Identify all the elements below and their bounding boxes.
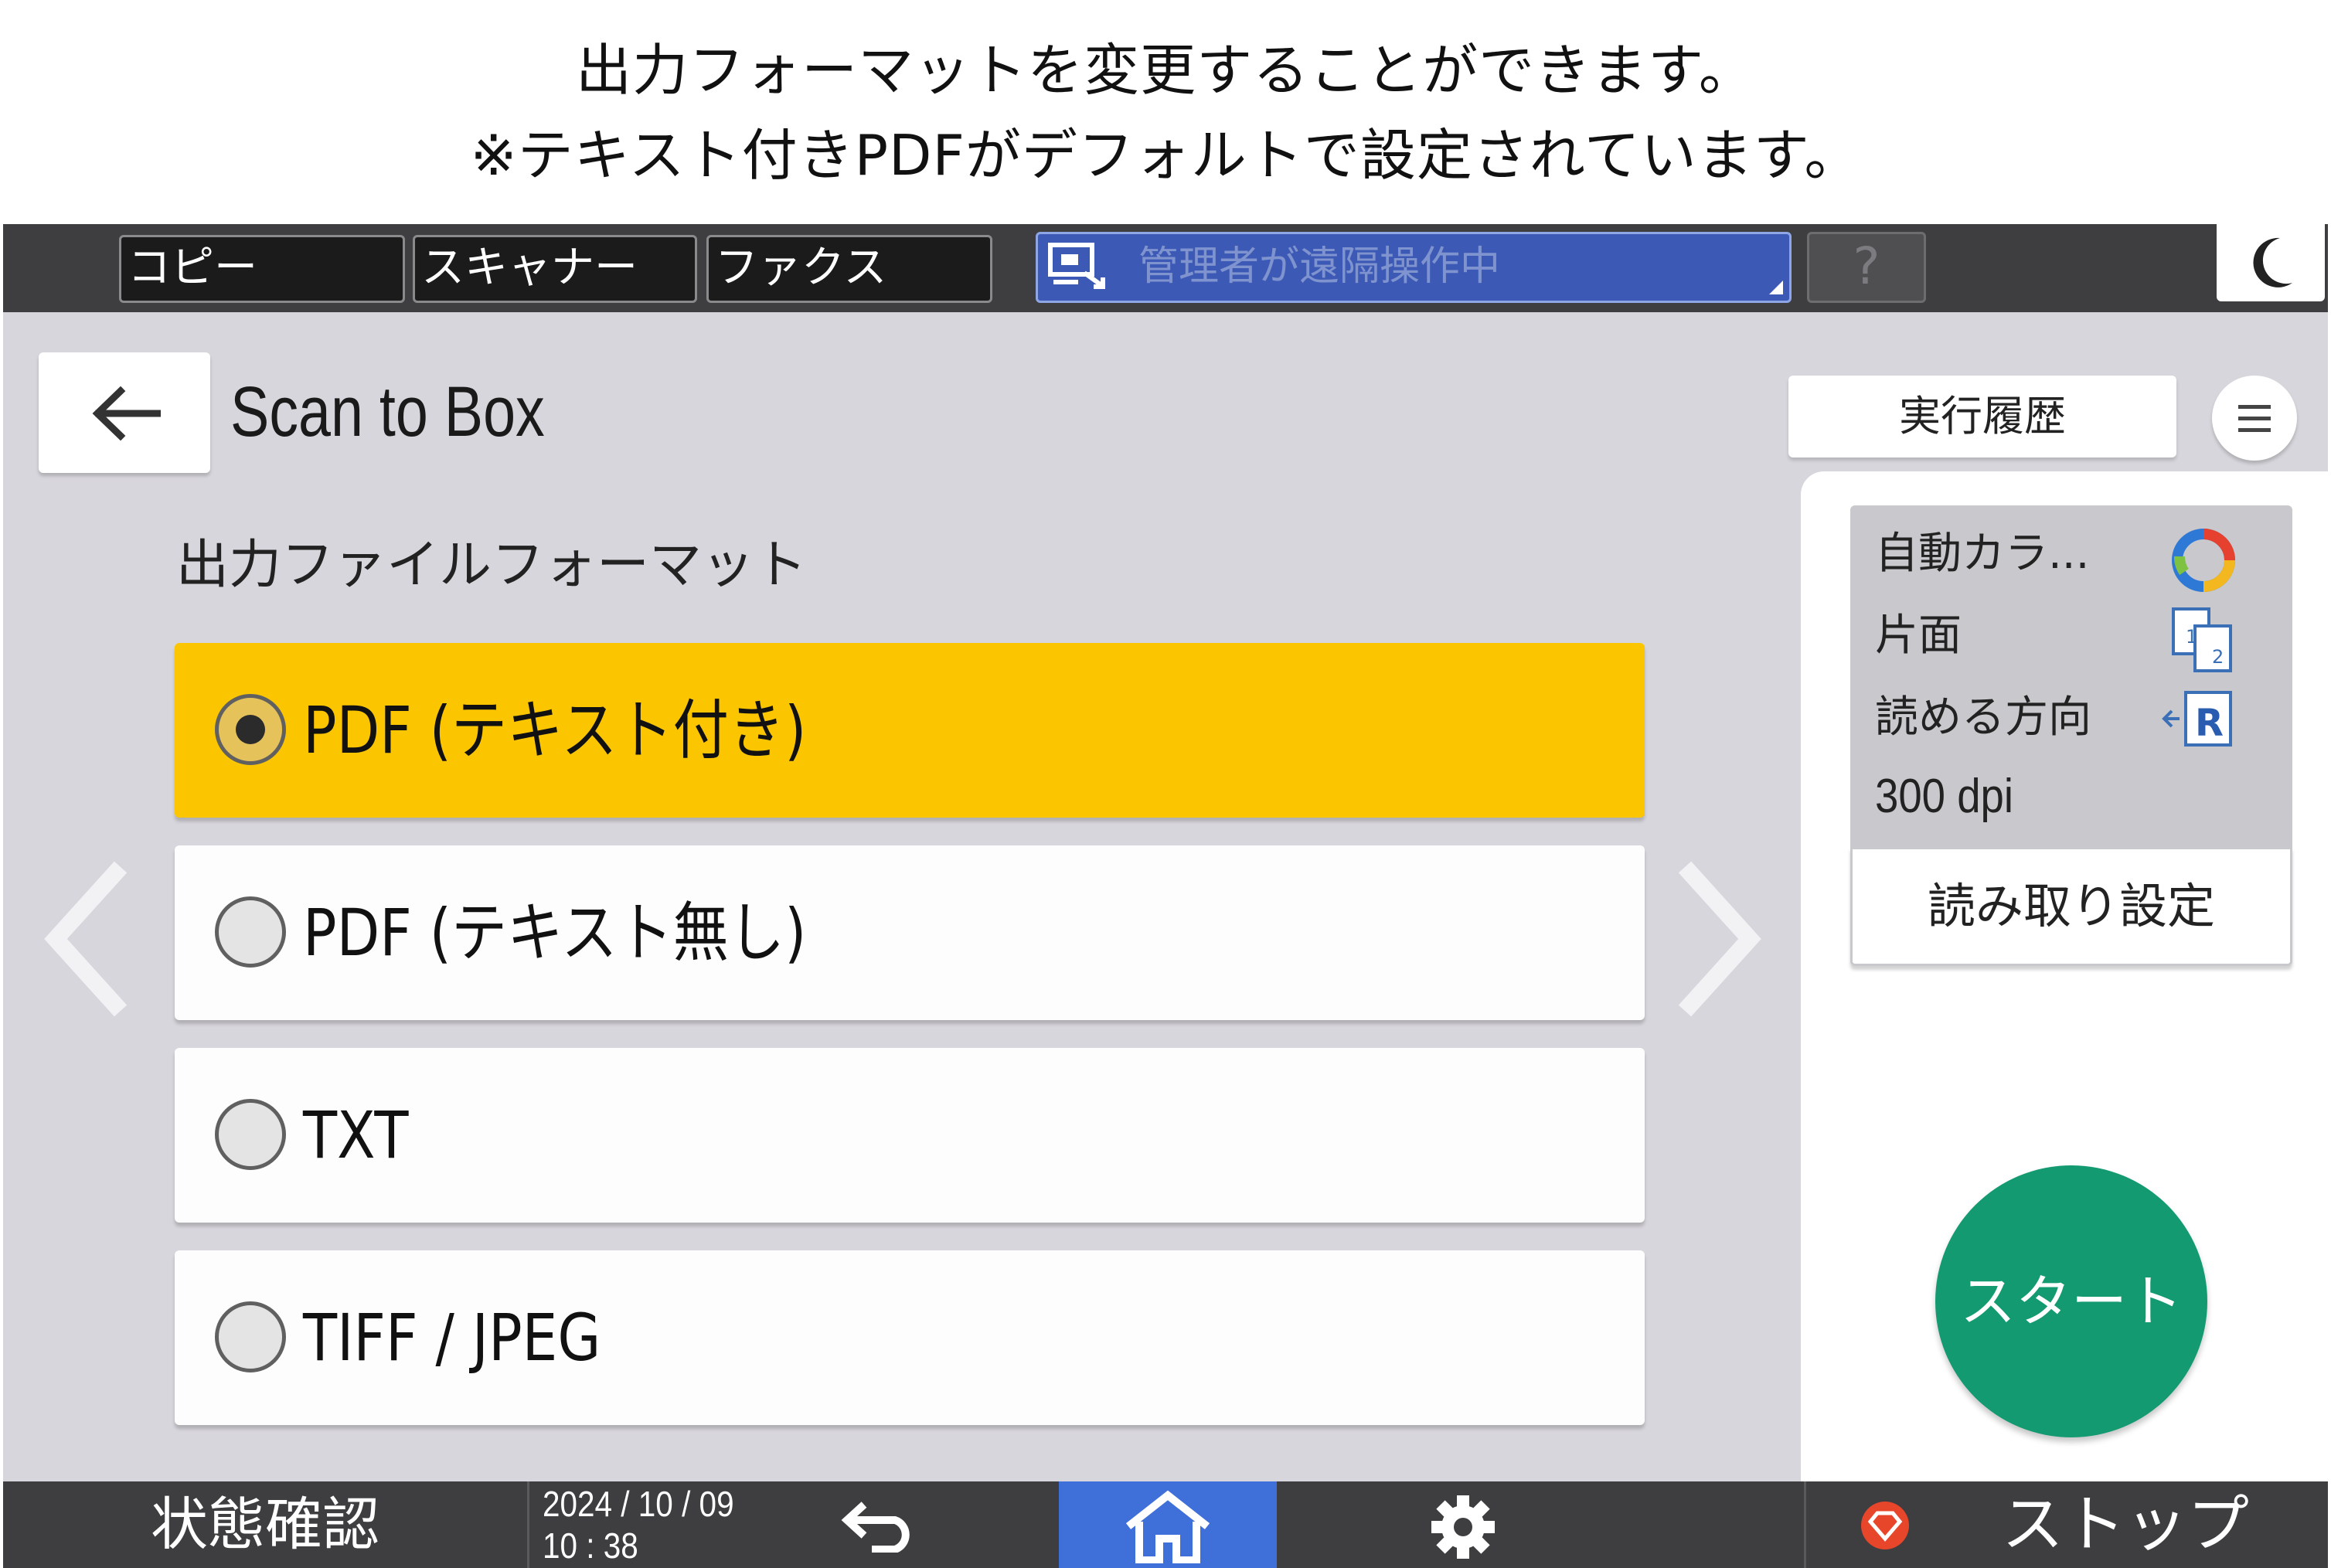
prev-arrow-icon[interactable]: [40, 858, 133, 1020]
orientation-value: 読める方向: [1875, 692, 2091, 743]
auto-color-icon: [2172, 529, 2235, 592]
help-button[interactable]: ?: [1807, 232, 1926, 303]
format-option-pdf-no-text[interactable]: PDF (テキスト無し): [175, 845, 1645, 1020]
right-panel: 自動カラ... 片面 1 2 読める方向 R 300 dpi 読み取り設定 スタ…: [1801, 471, 2328, 1568]
expand-corner-icon: [1769, 281, 1783, 294]
format-option-tiff-jpeg[interactable]: TIFF / JPEG: [175, 1250, 1645, 1425]
radio-button[interactable]: [215, 1099, 286, 1170]
remote-operation-bar[interactable]: 管理者が遠隔操作中: [1036, 232, 1792, 303]
home-icon: [1125, 1490, 1210, 1563]
scan-settings-button[interactable]: 読み取り設定: [1850, 847, 2292, 966]
back-button[interactable]: [39, 352, 210, 473]
radio-button[interactable]: [215, 694, 286, 765]
caption-line-2: ※テキスト付きPDFがデフォルトで設定されています。: [470, 123, 1861, 188]
status-check-button[interactable]: 状態確認: [3, 1481, 527, 1568]
sleep-button[interactable]: [2217, 224, 2325, 301]
option-label: TXT: [303, 1097, 409, 1173]
return-button[interactable]: [807, 1481, 961, 1568]
tab-scanner[interactable]: スキャナー: [413, 235, 697, 303]
help-icon: ?: [1853, 236, 1880, 296]
format-option-pdf-text[interactable]: PDF (テキスト付き): [175, 643, 1645, 818]
radio-dot: [236, 715, 265, 744]
duplex-back-number: 2: [2212, 646, 2224, 668]
settings-summary[interactable]: 自動カラ... 片面 1 2 読める方向 R 300 dpi: [1850, 505, 2292, 847]
radio-button[interactable]: [215, 896, 286, 968]
option-label: PDF (テキスト付き): [303, 692, 807, 768]
time-text: 10 : 38: [543, 1525, 638, 1566]
back-arrow-icon: [92, 386, 161, 440]
duplex-icon: 1 2: [2172, 607, 2232, 672]
gear-icon: [1431, 1495, 1495, 1559]
stop-button[interactable]: ストップ: [1804, 1481, 2328, 1568]
job-history-button[interactable]: 実行履歴: [1788, 376, 2176, 457]
remote-status-text: 管理者が遠隔操作中: [1138, 243, 1501, 290]
caption: 出力フォーマットを変更することができます。 ※テキスト付きPDFがデフォルトで設…: [0, 0, 2331, 224]
divider: [527, 1481, 529, 1568]
option-label: PDF (テキスト無し): [303, 895, 807, 971]
orientation-icon-letter: R: [2195, 702, 2224, 745]
stop-label: ストップ: [2002, 1488, 2249, 1560]
section-label: 出力ファイルフォーマット: [176, 535, 808, 596]
date-time: 2024 / 10 / 09 10 : 38: [543, 1483, 734, 1566]
settings-button[interactable]: [1387, 1481, 1541, 1568]
format-option-txt[interactable]: TXT: [175, 1048, 1645, 1223]
sides-value: 片面: [1875, 611, 1962, 661]
option-label: TIFF / JPEG: [303, 1300, 601, 1376]
orientation-icon: R: [2162, 691, 2232, 747]
radio-button[interactable]: [215, 1301, 286, 1372]
return-icon: [841, 1502, 910, 1553]
top-bar: コピー スキャナー ファクス 管理者が遠隔操作中 ?: [3, 224, 2328, 312]
monitor-remote-icon: [1048, 243, 1105, 289]
next-arrow-icon[interactable]: [1673, 858, 1765, 1020]
color-mode-value: 自動カラ...: [1875, 529, 2090, 579]
duplex-front-number: 1: [2186, 626, 2197, 648]
tab-copy[interactable]: コピー: [119, 235, 405, 303]
home-button[interactable]: [1059, 1481, 1277, 1568]
date-text: 2024 / 10 / 09: [543, 1484, 734, 1524]
tab-fax[interactable]: ファクス: [706, 235, 992, 303]
stop-icon: [1861, 1502, 1909, 1549]
bottom-bar: 状態確認 2024 / 10 / 09 10 : 38 ストップ: [3, 1481, 2328, 1568]
caption-line-1: 出力フォーマットを変更することができます。: [576, 38, 1755, 103]
resolution-value: 300 dpi: [1875, 770, 2014, 823]
page-title: Scan to Box: [230, 372, 545, 451]
menu-button[interactable]: [2212, 376, 2297, 461]
device-screen: コピー スキャナー ファクス 管理者が遠隔操作中 ? Scan to Box 実…: [3, 224, 2328, 1568]
sleep-moon-icon: [2253, 237, 2292, 287]
start-button[interactable]: スタート: [1935, 1165, 2207, 1437]
